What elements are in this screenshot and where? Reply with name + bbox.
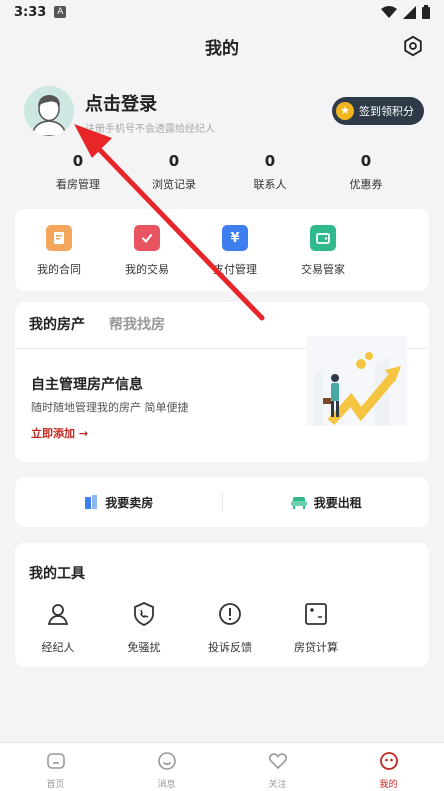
service-payment-management[interactable]: ¥ 支付管理 [191, 225, 279, 277]
signal-icon [403, 5, 416, 19]
wifi-icon [381, 5, 397, 18]
sell-house-button[interactable]: 我要卖房 [15, 494, 222, 511]
coin-icon: ★ [336, 102, 354, 120]
tool-complaint-feedback[interactable]: 投诉反馈 [187, 601, 273, 655]
wallet-icon [310, 225, 336, 251]
tool-label: 房贷计算 [294, 641, 338, 654]
stat-contacts[interactable]: 0 联系人 [222, 152, 318, 196]
title-bar: 我的 [0, 28, 444, 64]
property-tabs: 我的房产 帮我找房 [29, 314, 165, 334]
user-avatar-icon [24, 86, 74, 136]
services-card: 我的合同 我的交易 ¥ 支付管理 交易管家 [15, 209, 429, 291]
calculator-icon [305, 603, 327, 625]
battery-icon [422, 5, 430, 19]
nav-messages[interactable]: 消息 [111, 743, 222, 791]
stat-label: 浏览记录 [152, 178, 196, 191]
growth-illustration [307, 336, 407, 426]
sign-in-label: 签到领积分 [359, 105, 414, 118]
stat-viewing-management[interactable]: 0 看房管理 [30, 152, 126, 196]
payment-icon: ¥ [222, 225, 248, 251]
avatar[interactable] [24, 86, 74, 136]
sell-rent-card: 我要卖房 我要出租 [15, 477, 429, 527]
tab-my-property[interactable]: 我的房产 [29, 314, 85, 334]
service-label: 我的合同 [37, 263, 81, 276]
stat-label: 看房管理 [56, 178, 100, 191]
login-title[interactable]: 点击登录 [85, 90, 157, 116]
building-icon [85, 495, 98, 509]
contract-icon [46, 225, 72, 251]
service-transaction-butler[interactable]: 交易管家 [279, 225, 367, 277]
stat-label: 优惠券 [349, 178, 383, 191]
sofa-icon [290, 497, 307, 509]
nav-home[interactable]: 首页 [0, 743, 111, 791]
tab-find-home[interactable]: 帮我找房 [109, 314, 165, 334]
service-my-contract[interactable]: 我的合同 [15, 225, 103, 277]
rent-house-label: 我要出租 [313, 495, 362, 510]
sign-in-points-button[interactable]: ★ 签到领积分 [332, 97, 424, 125]
add-property-link[interactable]: 立即添加 → [31, 425, 88, 441]
bottom-nav: 首页 消息 关注 我的 [0, 742, 444, 791]
stat-value: 0 [72, 152, 84, 170]
stat-browsing-history[interactable]: 0 浏览记录 [126, 152, 222, 196]
tool-label: 投诉反馈 [208, 641, 252, 654]
nav-label: 消息 [157, 780, 176, 790]
rent-house-button[interactable]: 我要出租 [223, 494, 430, 511]
nav-mine[interactable]: 我的 [333, 743, 444, 791]
stat-coupons[interactable]: 0 优惠券 [318, 152, 414, 196]
tool-no-disturb[interactable]: 免骚扰 [101, 601, 187, 655]
profile-section[interactable]: 点击登录 注册手机号不会透露给经纪人 ★ 签到领积分 [24, 86, 424, 142]
tool-agent[interactable]: 经纪人 [15, 601, 101, 655]
nav-follow[interactable]: 关注 [222, 743, 333, 791]
home-icon [46, 753, 65, 769]
notification-icon: A [54, 6, 67, 18]
transaction-icon [134, 225, 160, 251]
shield-phone-icon [134, 602, 154, 626]
mine-icon [379, 752, 398, 770]
alert-icon [219, 603, 241, 625]
tools-card: 我的工具 经纪人 免骚扰 投诉反馈 房贷计算 [15, 543, 429, 667]
tools-row: 经纪人 免骚扰 投诉反馈 房贷计算 [15, 601, 429, 655]
stat-label: 联系人 [253, 178, 287, 191]
stat-value: 0 [264, 152, 276, 170]
service-label: 交易管家 [301, 263, 345, 276]
tool-label: 免骚扰 [127, 641, 161, 654]
heart-icon [268, 753, 287, 770]
tool-mortgage-calculator[interactable]: 房贷计算 [273, 601, 359, 655]
tools-title: 我的工具 [29, 566, 85, 582]
tool-label: 经纪人 [41, 641, 75, 654]
nav-label: 关注 [268, 780, 287, 790]
status-bar: 3:33 A [0, 0, 444, 24]
page-title: 我的 [205, 38, 239, 59]
stats-row: 0 看房管理 0 浏览记录 0 联系人 0 优惠券 [30, 152, 414, 196]
agent-icon [47, 604, 69, 625]
login-subtitle: 注册手机号不会透露给经纪人 [85, 124, 215, 135]
stat-value: 0 [360, 152, 372, 170]
sell-house-label: 我要卖房 [105, 495, 154, 510]
property-subtitle: 随时随地管理我的房产 简单便捷 [31, 401, 189, 414]
service-my-transaction[interactable]: 我的交易 [103, 225, 191, 277]
service-label: 支付管理 [213, 263, 257, 276]
stat-value: 0 [168, 152, 180, 170]
settings-icon[interactable] [402, 35, 424, 57]
nav-label: 我的 [379, 780, 398, 790]
nav-label: 首页 [46, 780, 65, 790]
smile-icon [157, 752, 176, 770]
property-title: 自主管理房产信息 [31, 377, 143, 393]
service-label: 我的交易 [125, 263, 169, 276]
status-time: 3:33 [14, 4, 47, 20]
property-card: 我的房产 帮我找房 自主管理房产信息 随时随地管理我的房产 简单便捷 立即添加 … [15, 302, 429, 462]
